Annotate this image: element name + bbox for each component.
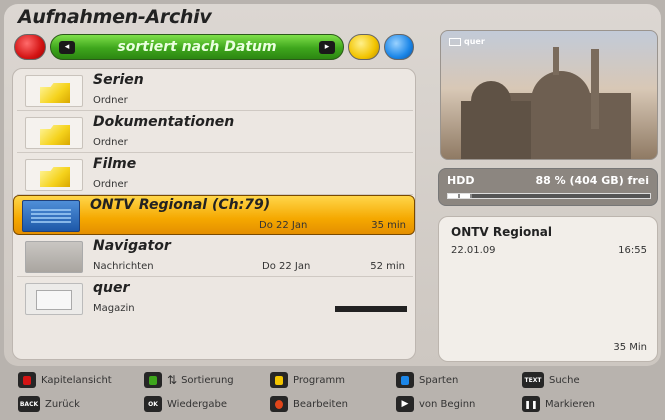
list-item[interactable]: Filme Ordner (17, 155, 413, 195)
recording-thumbnail (25, 283, 83, 315)
blue-key-icon (396, 372, 414, 388)
ok-key-icon: OK (144, 396, 162, 412)
item-date: Do 22 Jan (262, 261, 311, 272)
legend-wiedergabe[interactable]: OK Wiedergabe (144, 394, 227, 414)
item-sub: Ordner (93, 95, 128, 106)
info-duration: 35 Min (613, 342, 647, 353)
legend-zurueck[interactable]: BACK Zurück (18, 394, 80, 414)
item-name: Dokumentationen (93, 114, 235, 130)
item-date: Do 22 Jan (259, 220, 308, 231)
legend-programm[interactable]: Programm (270, 370, 345, 390)
color-button-bar: ◂ sortiert nach Datum ▸ (14, 34, 414, 60)
right-arrow-icon: ▸ (319, 41, 335, 54)
yellow-key-icon (270, 372, 288, 388)
record-key-icon (270, 396, 288, 412)
item-name: Navigator (93, 238, 171, 254)
recordings-list: Serien Ordner Dokumentationen Ordner Fil… (12, 68, 416, 360)
back-key-icon: BACK (18, 396, 40, 412)
sort-icon: ⇅ (167, 373, 178, 387)
channel-icon (449, 37, 461, 46)
list-item[interactable]: Dokumentationen Ordner (17, 113, 413, 153)
hdd-usage-bar (447, 193, 651, 199)
legend-von-beginn[interactable]: ▶ von Beginn (396, 394, 475, 414)
item-duration: 35 min (371, 220, 406, 231)
info-time: 16:55 (618, 245, 647, 256)
legend-sortierung[interactable]: ⇅ Sortierung (144, 370, 234, 390)
folder-icon (25, 75, 83, 107)
list-item[interactable]: Navigator Nachrichten Do 22 Jan 52 min (17, 237, 413, 277)
sort-button[interactable]: ◂ sortiert nach Datum ▸ (50, 34, 344, 60)
hdd-status: HDD 88 % (404 GB) frei (438, 168, 658, 206)
hdd-label: HDD (447, 174, 475, 187)
list-item[interactable]: quer Magazin (17, 279, 413, 319)
red-button[interactable] (14, 34, 46, 60)
legend-kapitelansicht[interactable]: Kapitelansicht (18, 370, 112, 390)
info-title: ONTV Regional (451, 225, 552, 239)
hdd-value: 88 % (404 GB) frei (535, 174, 649, 187)
legend-markieren[interactable]: ❚❚ Markieren (522, 394, 595, 414)
legend-bearbeiten[interactable]: Bearbeiten (270, 394, 348, 414)
yellow-button[interactable] (348, 34, 380, 60)
legend-sparten[interactable]: Sparten (396, 370, 458, 390)
blue-button[interactable] (384, 34, 414, 60)
preview-label: quer (449, 37, 485, 46)
folder-icon (25, 117, 83, 149)
legend-suche[interactable]: TEXT Suche (522, 370, 580, 390)
recording-thumbnail (22, 200, 80, 232)
green-key-icon (144, 372, 162, 388)
item-sub: Magazin (93, 303, 135, 314)
progress-bar (335, 306, 407, 312)
page-title: Aufnahmen-Archiv (18, 6, 212, 28)
pause-key-icon: ❚❚ (522, 396, 540, 412)
item-name: quer (93, 280, 130, 296)
item-name: Serien (93, 72, 144, 88)
list-item-selected[interactable]: ONTV Regional (Ch:79) Do 22 Jan 35 min (13, 195, 415, 235)
item-name: Filme (93, 156, 137, 172)
play-key-icon: ▶ (396, 396, 414, 412)
recording-thumbnail (25, 241, 83, 273)
left-arrow-icon: ◂ (59, 41, 75, 54)
info-date: 22.01.09 (451, 245, 496, 256)
recording-info: ONTV Regional 22.01.09 16:55 35 Min (438, 216, 658, 362)
item-sub: Ordner (93, 179, 128, 190)
item-sub: Ordner (93, 137, 128, 148)
key-legend: Kapitelansicht ⇅ Sortierung Programm Spa… (0, 368, 665, 420)
sort-label: sortiert nach Datum (117, 39, 277, 55)
folder-icon (25, 159, 83, 191)
item-name: ONTV Regional (Ch:79) (90, 197, 271, 213)
list-item[interactable]: Serien Ordner (17, 71, 413, 111)
item-sub: Nachrichten (93, 261, 154, 272)
item-duration: 52 min (370, 261, 405, 272)
red-key-icon (18, 372, 36, 388)
text-key-icon: TEXT (522, 372, 544, 388)
video-preview: quer (440, 30, 658, 160)
